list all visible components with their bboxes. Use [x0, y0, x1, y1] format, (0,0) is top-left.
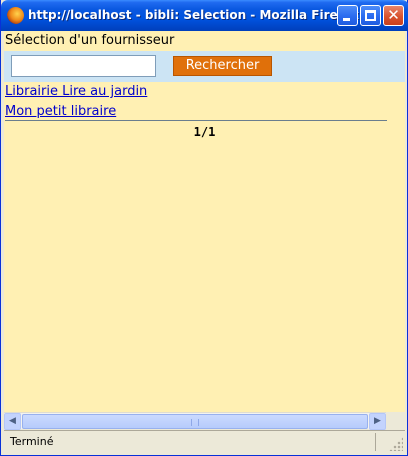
chevron-left-icon: ◀ — [9, 416, 16, 426]
scrollbar-corner — [386, 412, 405, 429]
status-separator — [375, 433, 376, 451]
result-link-lire-au-jardin[interactable]: Librairie Lire au jardin — [5, 84, 147, 99]
window-title: http://localhost - bibli: Selection - Mo… — [28, 8, 359, 22]
search-bar: Rechercher — [4, 51, 405, 82]
resize-grip-icon[interactable] — [389, 437, 403, 451]
firefox-icon[interactable] — [7, 7, 24, 24]
grip-icon — [191, 419, 199, 426]
close-button[interactable]: ✕ — [383, 5, 404, 26]
maximize-icon — [365, 10, 376, 21]
page-indicator: 1/1 — [193, 125, 216, 139]
title-bar[interactable]: http://localhost - bibli: Selection - Mo… — [1, 0, 408, 31]
close-icon: ✕ — [387, 6, 400, 24]
scrollbar-thumb[interactable] — [22, 414, 368, 429]
status-text: Terminé — [10, 435, 54, 448]
chevron-right-icon: ▶ — [374, 416, 381, 426]
search-input[interactable] — [11, 55, 156, 77]
result-link-mon-petit-libraire[interactable]: Mon petit libraire — [5, 104, 116, 119]
maximize-button[interactable] — [360, 5, 381, 26]
horizontal-scrollbar[interactable]: ◀ ▶ — [4, 412, 386, 430]
page-content: Sélection d'un fournisseur Rechercher Li… — [4, 31, 405, 412]
minimize-button[interactable] — [337, 5, 358, 26]
search-button[interactable]: Rechercher — [173, 56, 272, 76]
page-title: Sélection d'un fournisseur — [5, 33, 175, 48]
scroll-right-button[interactable]: ▶ — [369, 413, 386, 430]
minimize-icon — [343, 18, 350, 21]
browser-window: http://localhost - bibli: Selection - Mo… — [0, 0, 408, 456]
status-bar: Terminé — [4, 430, 405, 452]
scroll-left-button[interactable]: ◀ — [4, 413, 21, 430]
divider — [5, 120, 387, 121]
